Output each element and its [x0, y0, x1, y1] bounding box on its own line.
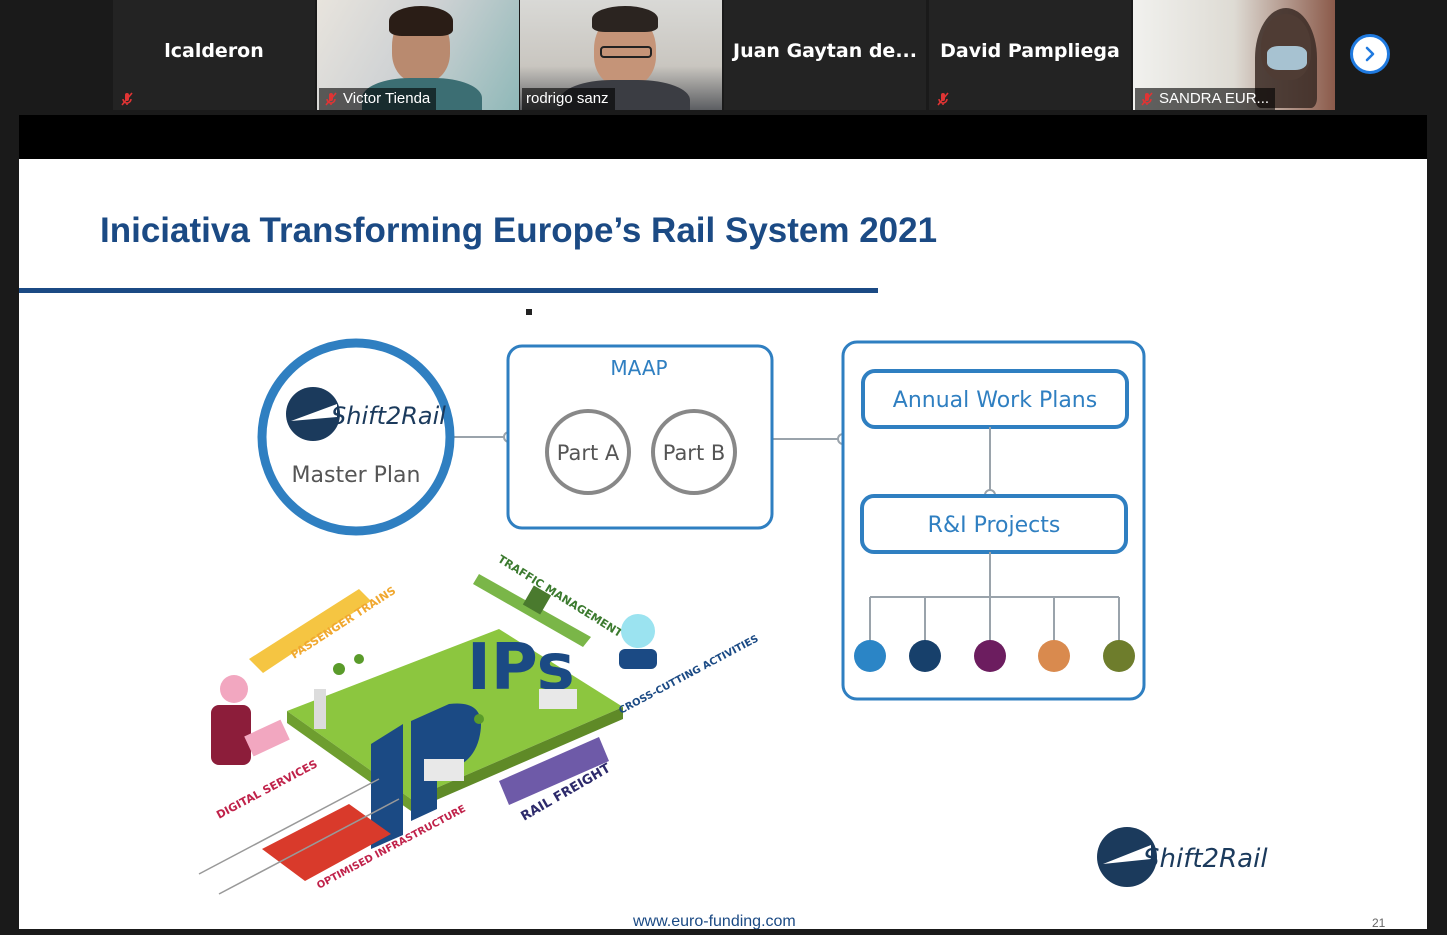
participant-name: SANDRA EUR...: [1159, 90, 1270, 107]
participant-tile-lcalderon[interactable]: lcalderon: [113, 0, 315, 110]
project-dot: [1038, 640, 1070, 672]
ips-illustration: IPs PASSENGER TRAINS TRAFFIC MANAGEMENT …: [198, 553, 761, 895]
mic-muted-icon: [937, 92, 949, 106]
part-b-label: Part B: [663, 441, 726, 465]
master-plan-label: Master Plan: [292, 463, 421, 488]
mic-muted-icon: [1141, 92, 1153, 106]
participant-label: SANDRA EUR...: [1135, 88, 1276, 110]
passenger-trains-label: PASSENGER TRAINS: [289, 584, 399, 661]
maap-title: MAAP: [610, 356, 667, 380]
participant-hair: [592, 6, 658, 32]
project-dot: [974, 640, 1006, 672]
mic-muted-icon: [325, 92, 337, 106]
participant-label: rodrigo sanz: [522, 88, 615, 110]
participant-name: lcalderon: [164, 40, 264, 62]
project-dot: [1103, 640, 1135, 672]
master-plan-badge: Shift2Rail Master Plan: [257, 338, 455, 536]
lightbulb-icon: [621, 614, 655, 648]
mic-muted-icon: [121, 92, 133, 106]
tablet-icon: [244, 719, 290, 757]
participant-tile-david-pampliega[interactable]: David Pampliega: [929, 0, 1131, 110]
project-dot: [854, 640, 886, 672]
annual-work-plans-label: Annual Work Plans: [893, 388, 1097, 413]
participant-label: [931, 88, 957, 110]
participant-label: [115, 88, 141, 110]
logo-text: Shift2Rail: [1143, 844, 1268, 874]
digital-services-label: DIGITAL SERVICES: [214, 757, 319, 821]
passenger-train: [249, 589, 371, 673]
footer-url: www.euro-funding.com: [633, 913, 796, 929]
share-toolbar-area: [19, 115, 1427, 159]
part-a-label: Part A: [557, 441, 620, 465]
person-icon: [220, 675, 248, 703]
participant-mask: [1267, 46, 1307, 70]
participant-name: Juan Gaytan de...: [733, 40, 917, 62]
participant-name: David Pampliega: [940, 40, 1120, 62]
participant-hair: [389, 6, 453, 36]
annual-work-plans-frame: Annual Work Plans R&I Projects: [841, 340, 1146, 701]
participant-name: Victor Tienda: [343, 90, 431, 107]
slide-diagram: Shift2Rail Master Plan MAAP Part A Part …: [198, 338, 1268, 895]
participant-strip: lcalderon Victor Tienda rodrigo sanz Jua…: [0, 0, 1447, 112]
meeting-window: lcalderon Victor Tienda rodrigo sanz Jua…: [0, 0, 1447, 935]
participant-tile-sandra[interactable]: SANDRA EUR...: [1133, 0, 1335, 110]
shift2rail-logo: Shift2Rail: [1097, 827, 1268, 887]
participant-tile-victor-tienda[interactable]: Victor Tienda: [317, 0, 519, 110]
presentation-slide: Iniciativa Transforming Europe’s Rail Sy…: [19, 159, 1427, 929]
participant-label: Victor Tienda: [319, 88, 437, 110]
project-dot: [909, 640, 941, 672]
participant-tile-rodrigo-sanz[interactable]: rodrigo sanz: [520, 0, 722, 110]
maap-box: MAAP Part A Part B: [506, 344, 774, 530]
participant-tile-juan-gaytan[interactable]: Juan Gaytan de...: [724, 0, 926, 110]
master-plan-brand: Shift2Rail: [331, 402, 446, 430]
ri-projects-label: R&I Projects: [928, 513, 1061, 538]
participant-name: rodrigo sanz: [526, 90, 609, 107]
participant-glasses: [600, 46, 652, 58]
chevron-right-icon: [1365, 46, 1375, 62]
next-page-button[interactable]: [1350, 34, 1390, 74]
slide-number: 21: [1372, 916, 1386, 929]
